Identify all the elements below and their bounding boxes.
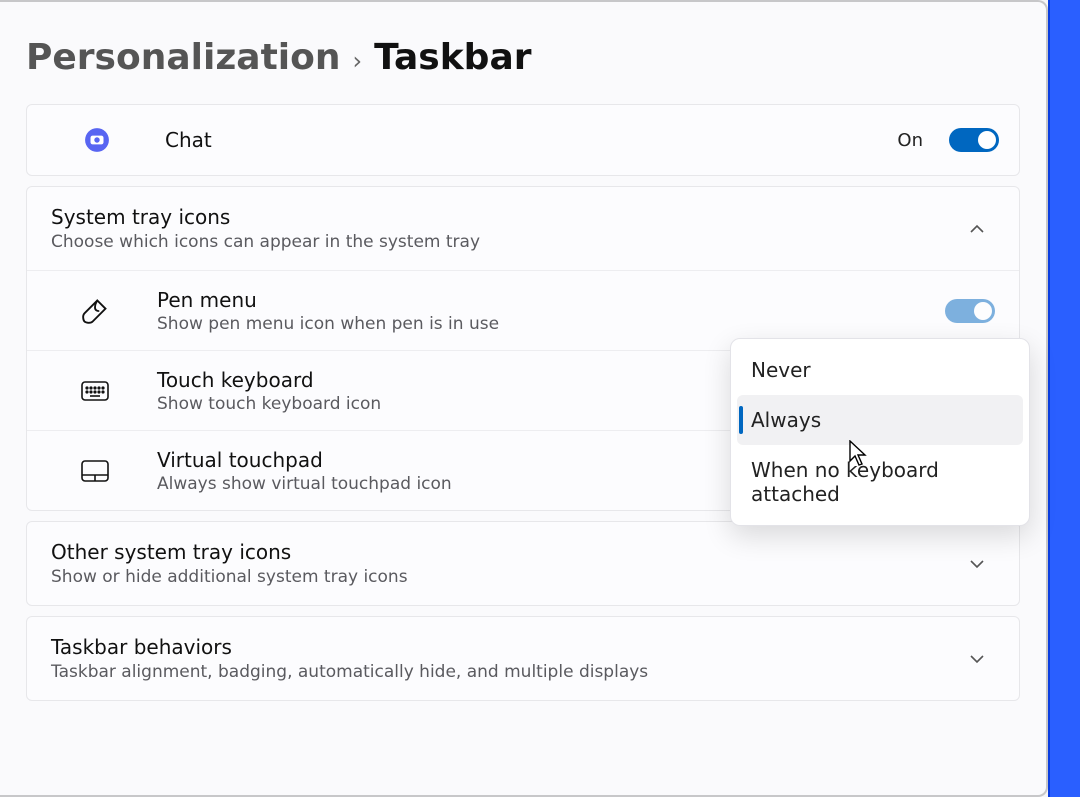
dropdown-option-when-no-keyboard[interactable]: When no keyboard attached: [737, 445, 1023, 519]
chevron-up-icon: [959, 211, 995, 247]
touch-keyboard-dropdown: Never Always When no keyboard attached: [730, 338, 1030, 526]
keyboard-icon: [51, 381, 139, 401]
touchpad-icon: [51, 460, 139, 482]
other-tray-header[interactable]: Other system tray icons Show or hide add…: [27, 522, 1019, 605]
chat-card: Chat On: [26, 104, 1020, 176]
other-tray-card: Other system tray icons Show or hide add…: [26, 521, 1020, 606]
dropdown-option-always[interactable]: Always: [737, 395, 1023, 445]
dropdown-option-never[interactable]: Never: [737, 345, 1023, 395]
behaviors-header[interactable]: Taskbar behaviors Taskbar alignment, bad…: [27, 617, 1019, 700]
chat-toggle[interactable]: [949, 128, 999, 152]
other-tray-title: Other system tray icons: [51, 540, 941, 564]
breadcrumb: Personalization › Taskbar: [0, 22, 1046, 104]
breadcrumb-current: Taskbar: [374, 37, 531, 78]
desktop-background-edge: [1048, 0, 1080, 797]
pen-icon: [51, 297, 139, 325]
chevron-right-icon: ›: [352, 47, 362, 75]
system-tray-subtitle: Choose which icons can appear in the sys…: [51, 232, 941, 252]
chat-icon: [47, 127, 147, 153]
behaviors-title: Taskbar behaviors: [51, 635, 941, 659]
chevron-down-icon: [959, 641, 995, 677]
behaviors-subtitle: Taskbar alignment, badging, automaticall…: [51, 662, 941, 682]
pen-menu-subtitle: Show pen menu icon when pen is in use: [157, 314, 927, 334]
pen-menu-toggle[interactable]: [945, 299, 995, 323]
system-tray-header[interactable]: System tray icons Choose which icons can…: [27, 187, 1019, 270]
behaviors-card: Taskbar behaviors Taskbar alignment, bad…: [26, 616, 1020, 701]
chat-state-text: On: [897, 130, 923, 151]
other-tray-subtitle: Show or hide additional system tray icon…: [51, 567, 941, 587]
chat-row[interactable]: Chat On: [27, 105, 1019, 175]
pen-menu-title: Pen menu: [157, 288, 927, 312]
chat-label: Chat: [165, 128, 879, 152]
chevron-down-icon: [959, 546, 995, 582]
system-tray-title: System tray icons: [51, 205, 941, 229]
breadcrumb-parent[interactable]: Personalization: [26, 37, 340, 78]
